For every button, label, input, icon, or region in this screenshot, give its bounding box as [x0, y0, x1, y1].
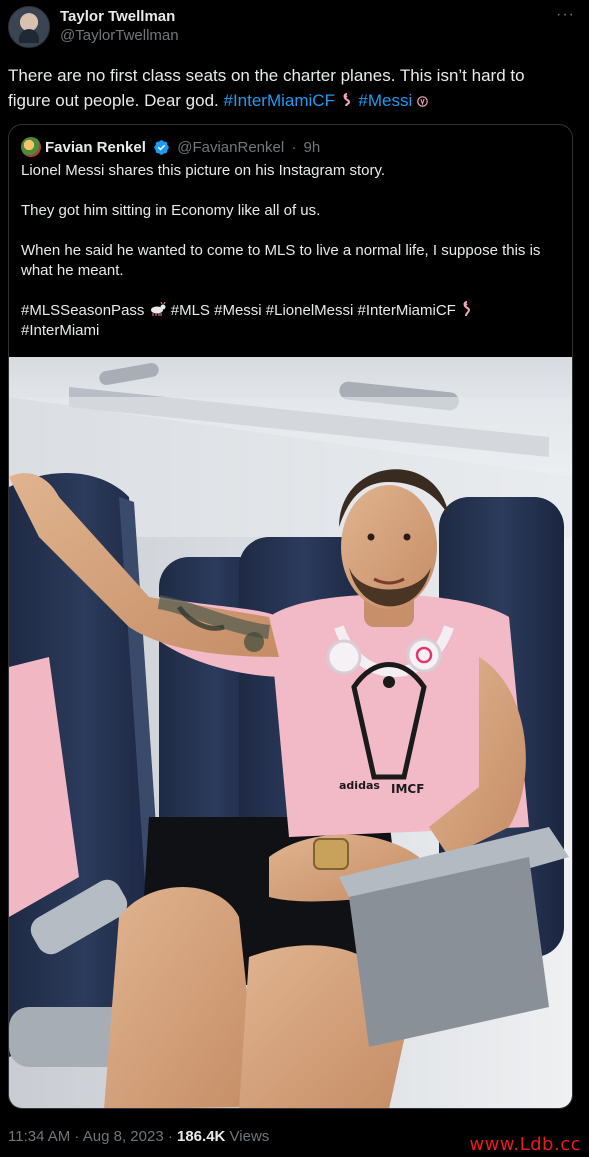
verified-badge-icon [154, 139, 169, 155]
flamingo-emoji-icon [463, 301, 471, 317]
views-label: Views [225, 1128, 270, 1145]
author-handle[interactable]: @TaylorTwellman [60, 26, 179, 46]
quoted-tweet-photo[interactable]: adidas IMCF [9, 357, 572, 1109]
quoted-paragraph-3: When he said he wanted to come to MLS to… [21, 242, 541, 279]
hashtag-messi[interactable]: #Messi [358, 91, 412, 110]
more-options-icon[interactable]: ··· [556, 6, 575, 24]
meta-separator: · [291, 138, 297, 156]
quoted-paragraph-2: They got him sitting in Economy like all… [21, 202, 321, 219]
hashtag-intermiami[interactable]: #InterMiami [21, 322, 99, 339]
shirt-brand-text: adidas [339, 779, 380, 792]
quoted-tweet-header: Favian Renkel @FavianRenkel · 9h [21, 137, 320, 157]
hashtag-intermiamicf[interactable]: #InterMiamiCF [223, 91, 334, 110]
quoted-paragraph-1: Lionel Messi shares this picture on his … [21, 162, 386, 179]
tweet-footer: 11:34 AM · Aug 8, 2023 · 186.4K Views [8, 1128, 269, 1145]
quoted-hashtags: #MLSSeasonPass #MLS #Messi #LionelMessi … [21, 301, 561, 341]
tweet-timestamp[interactable]: 11:34 AM · Aug 8, 2023 · [8, 1128, 177, 1145]
tweet-header: Taylor Twellman @TaylorTwellman ··· [8, 6, 581, 48]
quoted-author-name[interactable]: Favian Renkel [45, 139, 146, 156]
views-count: 186.4K [177, 1128, 226, 1145]
quoted-author-handle[interactable]: @FavianRenkel [177, 139, 284, 156]
avatar[interactable] [8, 6, 50, 48]
tweet-text: There are no first class seats on the ch… [8, 63, 568, 113]
quoted-tweet-card[interactable]: Favian Renkel @FavianRenkel · 9h Lionel … [8, 124, 573, 1109]
author-display-name[interactable]: Taylor Twellman [60, 8, 179, 26]
goat-emoji-icon [150, 301, 166, 316]
quoted-author-avatar[interactable] [21, 137, 41, 157]
flamingo-emoji-icon [343, 93, 350, 107]
flamingo-logo-icon [417, 96, 428, 107]
watermark: www.Ldb.cc [469, 1134, 581, 1155]
quoted-tweet-age[interactable]: 9h [304, 139, 321, 156]
quoted-tweet-text: Lionel Messi shares this picture on his … [21, 161, 561, 341]
shirt-logo-text: IMCF [391, 782, 424, 796]
hashtag-mlsseasonpass[interactable]: #MLSSeasonPass [21, 302, 144, 319]
author-names: Taylor Twellman @TaylorTwellman [60, 8, 179, 46]
hashtag-group[interactable]: #MLS #Messi #LionelMessi #InterMiamiCF [171, 302, 456, 319]
